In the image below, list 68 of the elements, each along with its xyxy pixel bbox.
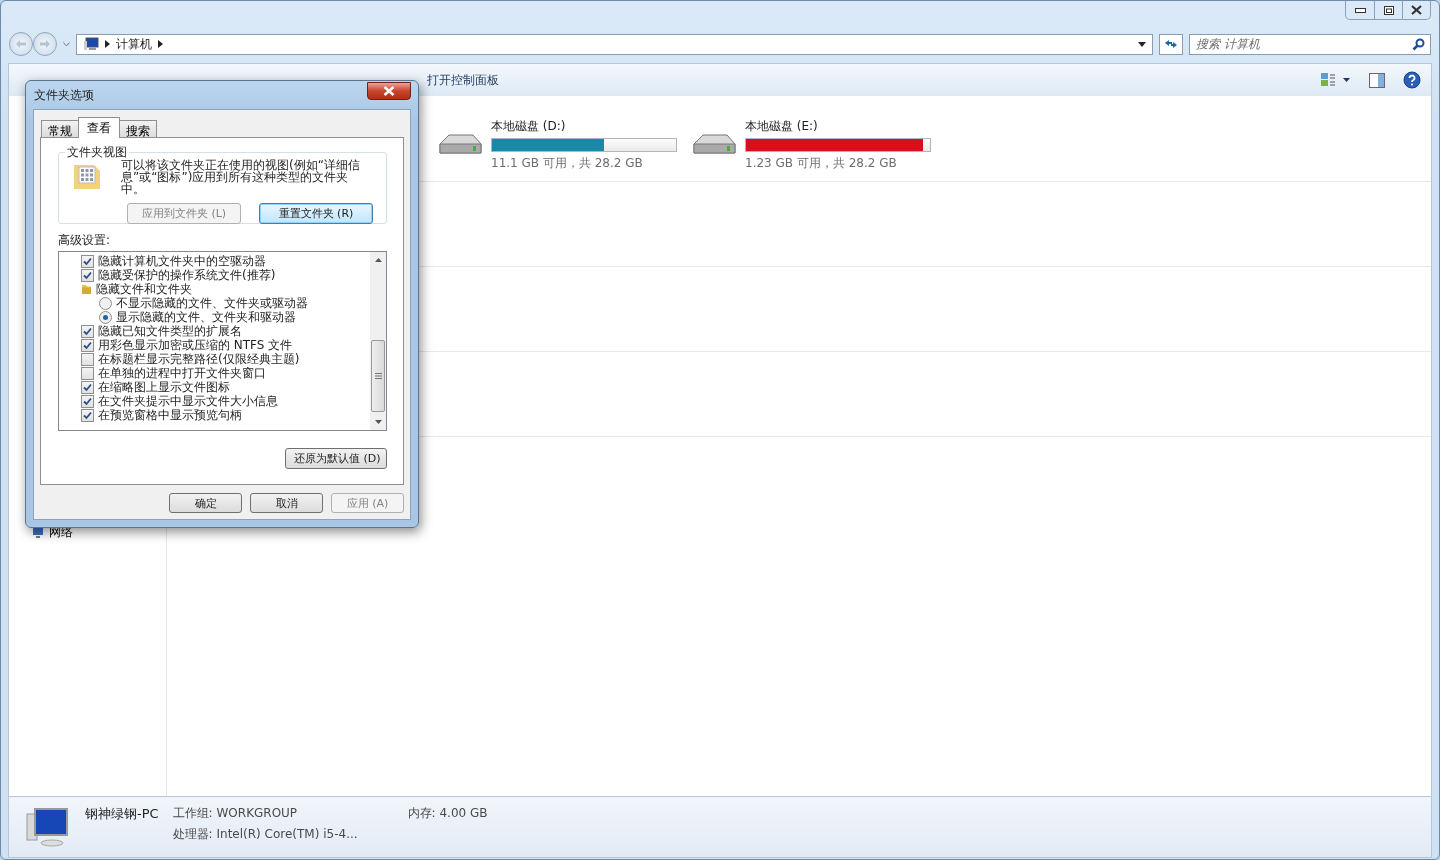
setting-label: 在标题栏显示完整路径(仅限经典主题)	[98, 352, 300, 366]
close-icon	[1411, 5, 1422, 15]
setting-label: 在缩略图上显示文件图标	[98, 380, 230, 394]
setting-label: 隐藏已知文件类型的扩展名	[98, 324, 242, 338]
computer-name: 钢神绿钢-PC	[85, 805, 159, 823]
setting-label: 隐藏文件和文件夹	[96, 282, 192, 296]
scrollbar[interactable]	[370, 252, 386, 430]
radio-button[interactable]	[99, 310, 112, 324]
group-title: 文件夹视图	[66, 144, 128, 160]
checkbox[interactable]	[81, 380, 94, 394]
scroll-thumb[interactable]	[371, 340, 385, 412]
restore-defaults-button[interactable]: 还原为默认值 (D)	[285, 448, 387, 469]
dropdown-icon[interactable]	[1138, 41, 1146, 47]
dialog-title: 文件夹选项	[34, 86, 94, 104]
detail-text: 工作组: WORKGROUP	[172, 805, 299, 822]
setting-label: 隐藏受保护的操作系统文件(推荐)	[98, 268, 276, 282]
preview-pane-icon[interactable]	[1369, 72, 1385, 88]
tab[interactable]: 查看	[78, 117, 120, 138]
forward-arrow-icon	[39, 39, 51, 49]
computer-icon	[83, 37, 99, 51]
toolbar-button[interactable]: 打开控制面板	[427, 71, 499, 89]
checkbox[interactable]	[81, 324, 94, 338]
setting-label: 隐藏计算机文件夹中的空驱动器	[98, 254, 266, 268]
setting-label: 用彩色显示加密或压缩的 NTFS 文件	[98, 338, 293, 352]
description-text: 可以将该文件夹正在使用的视图(例如“详细信息”或“图标”)应用到所有这种类型的文件夹中。	[121, 159, 361, 195]
minimize-icon	[1354, 7, 1366, 13]
free-space-text: 1.23 GB 可用，共 28.2 GB	[745, 154, 898, 172]
setting-label: 在预览窗格中显示预览句柄	[98, 408, 242, 422]
close-icon	[383, 86, 395, 96]
advanced-settings-label: 高级设置:	[58, 232, 112, 249]
checkbox[interactable]	[81, 394, 94, 408]
setting-label: 不显示隐藏的文件、文件夹或驱动器	[116, 296, 308, 310]
drive-name: 本地磁盘 (E:)	[745, 117, 819, 135]
folder-view-button[interactable]: 重置文件夹 (R)	[259, 203, 373, 224]
computer-icon	[25, 806, 71, 848]
arrow-icon	[158, 40, 163, 48]
radio-button[interactable]	[99, 296, 112, 310]
free-space-text: 11.1 GB 可用，共 28.2 GB	[491, 154, 644, 172]
detail-text: 内存: 4.00 GB	[407, 805, 488, 822]
dialog-button[interactable]: 确定	[169, 493, 242, 513]
address-bar[interactable]: 计算机	[76, 33, 1153, 55]
drive-name: 本地磁盘 (D:)	[491, 117, 567, 135]
view-options-icon[interactable]	[1321, 73, 1351, 87]
refresh-icon	[1163, 37, 1179, 51]
checkbox[interactable]	[81, 254, 94, 268]
breadcrumb[interactable]: 计算机	[116, 35, 152, 53]
close-button[interactable]	[367, 82, 411, 100]
checkbox[interactable]	[81, 408, 94, 422]
tab[interactable]: 常规	[41, 120, 79, 138]
checkbox[interactable]	[81, 366, 94, 380]
refresh-button[interactable]	[1159, 33, 1183, 55]
setting-label: 在单独的进程中打开文件夹窗口	[98, 366, 266, 380]
network-icon	[31, 526, 45, 539]
search-field[interactable]: 搜索 计算机	[1189, 33, 1431, 55]
maximize-icon	[1383, 5, 1394, 15]
back-arrow-icon	[15, 39, 27, 49]
detail-text: 处理器: Intel(R) Core(TM) i5-4...	[172, 826, 358, 843]
arrow-icon	[105, 40, 110, 48]
help-icon[interactable]	[1403, 71, 1421, 89]
checkbox[interactable]	[81, 338, 94, 352]
checkbox[interactable]	[81, 268, 94, 282]
checkbox[interactable]	[81, 352, 94, 366]
dialog-button[interactable]: 取消	[250, 493, 323, 513]
tab[interactable]: 搜索	[119, 120, 157, 138]
folder-icon	[81, 283, 92, 295]
search-icon[interactable]	[1412, 37, 1425, 51]
setting-label: 在文件夹提示中显示文件大小信息	[98, 394, 278, 408]
setting-label: 显示隐藏的文件、文件夹和驱动器	[116, 310, 296, 324]
